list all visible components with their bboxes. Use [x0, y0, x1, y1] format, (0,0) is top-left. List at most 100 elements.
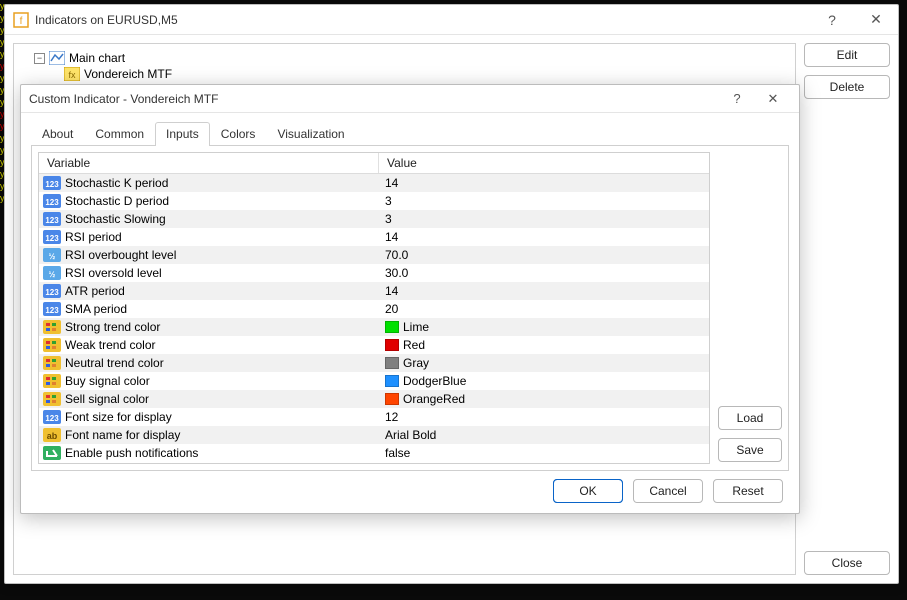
input-variable-name: ATR period: [65, 284, 125, 298]
int-type-icon: 123: [43, 230, 61, 244]
input-row[interactable]: Strong trend color Lime: [39, 318, 709, 336]
svg-text:fx: fx: [68, 70, 76, 80]
float-type-icon: ½: [43, 248, 61, 262]
input-variable-name: RSI overbought level: [65, 248, 176, 262]
delete-button[interactable]: Delete: [804, 75, 890, 99]
tree-row-main-chart[interactable]: − Main chart: [20, 50, 789, 66]
tab-colors[interactable]: Colors: [210, 122, 267, 146]
tab-common[interactable]: Common: [84, 122, 155, 146]
svg-text:123: 123: [45, 234, 59, 243]
input-value[interactable]: OrangeRed: [403, 392, 465, 406]
input-value[interactable]: 20: [385, 302, 398, 316]
tab-inputs[interactable]: Inputs: [155, 122, 210, 146]
input-row[interactable]: 123 Stochastic K period 14: [39, 174, 709, 192]
color-swatch: [385, 357, 399, 369]
titlebar: f Indicators on EURUSD,M5 ? ✕: [5, 5, 898, 35]
cancel-button[interactable]: Cancel: [633, 479, 703, 503]
input-variable-name: Buy signal color: [65, 374, 150, 388]
close-button[interactable]: Close: [804, 551, 890, 575]
input-variable-name: Strong trend color: [65, 320, 160, 334]
input-row[interactable]: 123 RSI period 14: [39, 228, 709, 246]
int-type-icon: 123: [43, 410, 61, 424]
input-row[interactable]: ½ RSI oversold level 30.0: [39, 264, 709, 282]
tree-main-label: Main chart: [69, 51, 125, 65]
input-row[interactable]: Weak trend color Red: [39, 336, 709, 354]
input-variable-name: Stochastic K period: [65, 176, 168, 190]
input-row[interactable]: 123Stochastic D period3: [39, 192, 709, 210]
input-value[interactable]: Red: [403, 338, 425, 352]
input-row[interactable]: Enable push notifications false: [39, 444, 709, 462]
input-variable-name: Font name for display: [65, 428, 180, 442]
input-value[interactable]: 70.0: [385, 248, 408, 262]
input-value[interactable]: 30.0: [385, 266, 408, 280]
save-button[interactable]: Save: [718, 438, 782, 462]
color-type-icon: [43, 338, 61, 352]
custom-indicator-dialog: Custom Indicator - Vondereich MTF ? ✕ Ab…: [20, 84, 800, 514]
int-type-icon: 123: [43, 194, 61, 208]
header-value: Value: [379, 153, 709, 173]
ok-button[interactable]: OK: [553, 479, 623, 503]
help-button[interactable]: ?: [810, 5, 854, 35]
svg-text:123: 123: [45, 414, 59, 423]
color-type-icon: [43, 392, 61, 406]
color-type-icon: [43, 356, 61, 370]
svg-text:½: ½: [49, 252, 56, 261]
input-row[interactable]: Neutral trend color Gray: [39, 354, 709, 372]
tree-row-indicator[interactable]: fx Vondereich MTF: [20, 66, 789, 82]
input-value[interactable]: 14: [385, 284, 398, 298]
custom-indicator-icon: fx: [64, 67, 80, 81]
input-variable-name: Weak trend color: [65, 338, 156, 352]
dialog-help-button[interactable]: ?: [719, 91, 755, 106]
dialog-close-icon[interactable]: ✕: [755, 91, 791, 107]
input-value[interactable]: Arial Bold: [385, 428, 436, 442]
int-type-icon: 123: [43, 212, 61, 226]
tab-about[interactable]: About: [31, 122, 84, 146]
string-type-icon: ab: [43, 428, 61, 442]
input-value[interactable]: 3: [385, 212, 392, 226]
reset-button[interactable]: Reset: [713, 479, 783, 503]
svg-text:½: ½: [49, 270, 56, 279]
input-row[interactable]: Sell signal color OrangeRed: [39, 390, 709, 408]
input-value[interactable]: Gray: [403, 356, 429, 370]
color-swatch: [385, 393, 399, 405]
int-type-icon: 123: [43, 284, 61, 298]
input-row[interactable]: 123 ATR period 14: [39, 282, 709, 300]
input-value[interactable]: 14: [385, 176, 398, 190]
int-type-icon: 123: [43, 302, 61, 316]
int-type-icon: 123: [43, 176, 61, 190]
input-value[interactable]: 14: [385, 230, 398, 244]
input-value[interactable]: Lime: [403, 320, 429, 334]
header-variable: Variable: [39, 153, 379, 173]
dialog-titlebar: Custom Indicator - Vondereich MTF ? ✕: [21, 85, 799, 113]
svg-text:123: 123: [45, 288, 59, 297]
input-value[interactable]: DodgerBlue: [403, 374, 466, 388]
input-variable-name: Stochastic Slowing: [65, 212, 166, 226]
input-variable-name: Neutral trend color: [65, 356, 164, 370]
input-row[interactable]: ½ RSI overbought level 70.0: [39, 246, 709, 264]
dialog-footer: OK Cancel Reset: [31, 471, 789, 505]
input-variable-name: Sell signal color: [65, 392, 149, 406]
input-row[interactable]: 123 Font size for display 12: [39, 408, 709, 426]
edit-button[interactable]: Edit: [804, 43, 890, 67]
input-variable-name: RSI period: [65, 230, 122, 244]
tab-visualization[interactable]: Visualization: [266, 122, 355, 146]
input-row[interactable]: Buy signal color DodgerBlue: [39, 372, 709, 390]
input-value[interactable]: 12: [385, 410, 398, 424]
tree-toggle-collapse-icon[interactable]: −: [34, 53, 45, 64]
input-row[interactable]: 123SMA period20: [39, 300, 709, 318]
svg-text:f: f: [20, 16, 23, 27]
input-row[interactable]: 123 Stochastic Slowing 3: [39, 210, 709, 228]
color-type-icon: [43, 320, 61, 334]
load-button[interactable]: Load: [718, 406, 782, 430]
svg-text:123: 123: [45, 180, 59, 189]
chart-icon: [49, 51, 65, 65]
input-variable-name: RSI oversold level: [65, 266, 162, 280]
bool-type-icon: [43, 446, 61, 460]
inputs-grid[interactable]: Variable Value 123Stochastic K period141…: [38, 152, 710, 464]
input-variable-name: Enable push notifications: [65, 446, 198, 460]
input-row[interactable]: ab Font name for display Arial Bold: [39, 426, 709, 444]
input-variable-name: Font size for display: [65, 410, 172, 424]
input-value[interactable]: 3: [385, 194, 392, 208]
close-icon[interactable]: ✕: [854, 5, 898, 35]
input-value[interactable]: false: [385, 446, 410, 460]
